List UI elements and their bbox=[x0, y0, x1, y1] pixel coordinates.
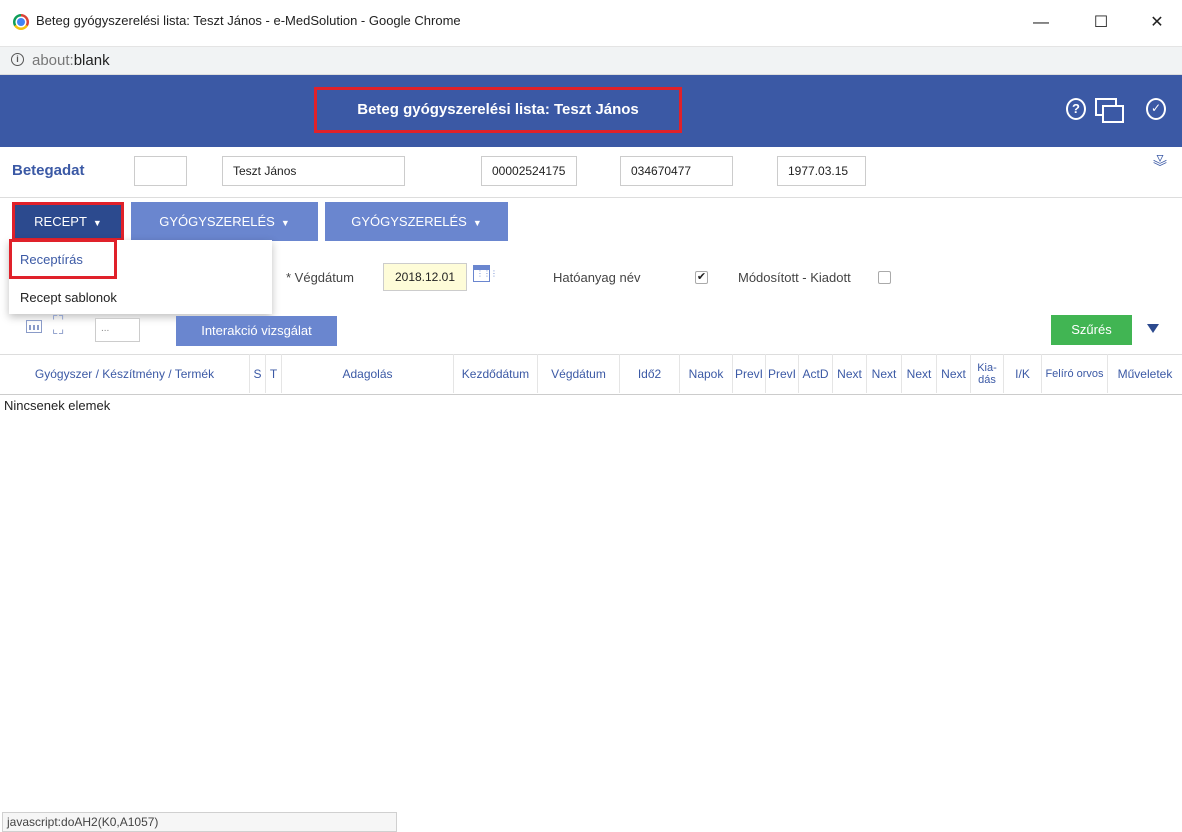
windows-icon[interactable] bbox=[1095, 98, 1124, 123]
column-header[interactable]: T bbox=[266, 354, 282, 393]
caret-down-icon: ▼ bbox=[92, 218, 102, 228]
caret-down-icon: ▼ bbox=[472, 218, 482, 228]
column-header[interactable]: Idő2 bbox=[620, 354, 680, 393]
patient-field-empty bbox=[134, 156, 187, 186]
column-header[interactable]: Next bbox=[937, 354, 971, 393]
address-bar[interactable] bbox=[0, 47, 1182, 75]
page-size-input[interactable]: ... bbox=[95, 318, 140, 342]
modositott-label: Módosított - Kiadott bbox=[738, 270, 851, 285]
column-header[interactable]: PrevI bbox=[766, 354, 799, 393]
column-header[interactable]: ActD bbox=[799, 354, 833, 393]
window-title: Beteg gyógyszerelési lista: Teszt János … bbox=[36, 13, 461, 28]
chevron-down-icon[interactable]: ▿ ︾ bbox=[1150, 150, 1170, 174]
maximize-button[interactable]: ☐ bbox=[1078, 6, 1124, 40]
patient-name-field: Teszt János bbox=[222, 156, 405, 186]
interakcio-button[interactable]: Interakció vizsgálat bbox=[176, 316, 337, 346]
grid-icon[interactable] bbox=[26, 320, 42, 333]
column-header[interactable]: Felíró orvos bbox=[1042, 354, 1108, 393]
column-header[interactable]: S bbox=[250, 354, 266, 393]
patient-label: Betegadat bbox=[12, 162, 85, 179]
hatoanyag-label: Hatóanyag név bbox=[553, 270, 641, 285]
help-icon[interactable]: ? bbox=[1066, 98, 1086, 120]
column-header[interactable]: Kezdődátum bbox=[454, 354, 538, 393]
column-header[interactable]: Next bbox=[833, 354, 867, 393]
column-header[interactable]: Gyógyszer / Készítmény / Termék bbox=[0, 354, 250, 393]
minimize-button[interactable]: — bbox=[1018, 6, 1064, 40]
column-header[interactable]: Napok bbox=[680, 354, 733, 393]
column-header[interactable]: Next bbox=[902, 354, 937, 393]
menu-item-recept-sablonok[interactable]: Recept sablonok bbox=[20, 290, 117, 305]
expand-icon[interactable]: ⌜⌝ ⌞⌟ bbox=[52, 314, 64, 335]
gyogyszereles-menu-button-2[interactable]: GYÓGYSZERELÉS ▼ bbox=[325, 202, 508, 241]
check-circle-icon[interactable]: ✓ bbox=[1146, 98, 1166, 120]
close-button[interactable]: ✕ bbox=[1134, 6, 1180, 40]
column-header[interactable]: Végdátum bbox=[538, 354, 620, 393]
column-header[interactable]: Adagolás bbox=[282, 354, 454, 393]
patient-birthdate-field: 1977.03.15 bbox=[777, 156, 866, 186]
column-header[interactable]: I/K bbox=[1004, 354, 1042, 393]
highlight-box bbox=[9, 239, 117, 279]
vegdatum-label: * Végdátum bbox=[286, 270, 354, 285]
column-header[interactable]: Kia- dás bbox=[971, 354, 1004, 393]
szures-button[interactable]: Szűrés bbox=[1051, 315, 1132, 345]
column-header[interactable]: Műveletek bbox=[1108, 354, 1182, 393]
filter-toggle-icon[interactable] bbox=[1147, 324, 1159, 333]
gyogyszereles-menu-button-1[interactable]: GYÓGYSZERELÉS ▼ bbox=[131, 202, 318, 241]
status-bar: javascript:doAH2(K0,A1057) bbox=[2, 812, 397, 832]
recept-menu-button[interactable]: RECEPT ▼ bbox=[12, 202, 124, 241]
info-icon[interactable]: i bbox=[11, 53, 24, 66]
page-title: Beteg gyógyszerelési lista: Teszt János bbox=[314, 87, 682, 133]
patient-id-field: 00002524175 bbox=[481, 156, 577, 186]
patient-taj-field: 034670477 bbox=[620, 156, 733, 186]
url-text[interactable]: about:blank bbox=[32, 52, 110, 69]
caret-down-icon: ▼ bbox=[280, 218, 290, 228]
hatoanyag-checkbox[interactable]: ✔ bbox=[695, 271, 708, 284]
vegdatum-input[interactable]: 2018.12.01 bbox=[383, 263, 467, 291]
column-header[interactable]: Next bbox=[867, 354, 902, 393]
empty-table-message: Nincsenek elemek bbox=[4, 398, 111, 413]
chrome-logo-icon bbox=[13, 14, 29, 30]
modositott-checkbox[interactable] bbox=[878, 271, 891, 284]
calendar-icon[interactable] bbox=[473, 265, 497, 282]
column-header[interactable]: PrevI bbox=[733, 354, 766, 393]
